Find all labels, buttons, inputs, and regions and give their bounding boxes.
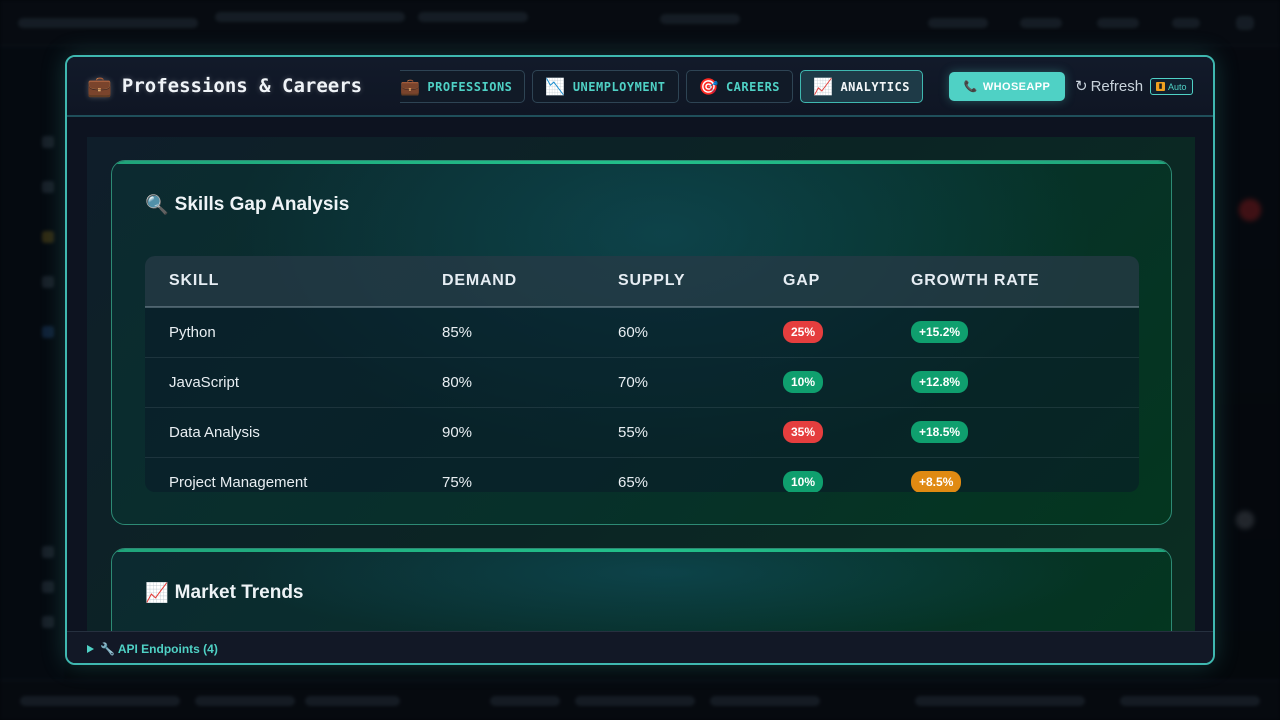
whoseapp-label: WHOSEAPP [982,80,1051,93]
growth-cell: +18.5% [887,407,1139,458]
expand-triangle-icon [87,644,94,653]
growth-badge: +8.5% [911,471,962,492]
tab-label: UNEMPLOYMENT [572,79,666,94]
gap-badge: 25% [783,321,824,344]
growth-cell: +12.8% [887,357,1139,408]
growth-cell: +15.2% [887,307,1139,358]
demand-cell: 90% [418,407,594,458]
gap-cell: 10% [759,457,887,492]
skills-gap-table-container[interactable]: SKILL DEMAND SUPPLY GAP GROWTH RATE Pyth… [145,256,1139,492]
modal-title: 💼 Professions & Careers [87,74,362,98]
tab-label: PROFESSIONS [427,79,513,94]
market-trends-card: 📈 Market Trends [111,548,1172,631]
gap-cell: 35% [759,407,887,458]
table-row: Data Analysis 90% 55% 35% +18.5% [145,407,1139,458]
column-header-demand: DEMAND [418,256,594,308]
briefcase-icon: 💼 [400,77,421,96]
chart-up-icon: 📈 [145,583,169,604]
column-header-supply: SUPPLY [594,256,759,308]
tab-label: ANALYTICS [840,79,910,94]
demand-cell: 75% [418,457,594,492]
api-endpoints-label: 🔧 API Endpoints (4) [100,641,218,656]
gap-badge: 35% [783,421,824,443]
target-icon: 🎯 [698,77,719,96]
table-row: Python 85% 60% 25% +15.2% [145,307,1139,358]
growth-badge: +18.5% [911,421,969,443]
supply-cell: 65% [594,457,759,492]
whoseapp-button[interactable]: 📞 WHOSEAPP [949,72,1065,101]
tab-bar: 💼 PROFESSIONS 📉 UNEMPLOYMENT 🎯 CAREERS 📈… [400,70,923,103]
column-header-skill: SKILL [145,256,418,308]
magnifier-icon: 🔍 [145,195,169,216]
tab-careers[interactable]: 🎯 CAREERS [685,70,794,103]
tab-professions[interactable]: 💼 PROFESSIONS [400,70,526,103]
market-trends-title: 📈 Market Trends [145,581,304,605]
demand-cell: 85% [418,307,594,358]
refresh-icon: ↻ [1075,78,1088,95]
supply-cell: 70% [594,357,759,408]
skills-gap-table: SKILL DEMAND SUPPLY GAP GROWTH RATE Pyth… [145,256,1139,492]
gap-badge: 10% [783,371,824,393]
column-header-growth-rate: GROWTH RATE [887,256,1139,308]
skills-gap-card: 🔍 Skills Gap Analysis SKILL DEMAND SUPPL… [111,160,1172,525]
skill-cell: Project Management [145,457,418,492]
tab-unemployment[interactable]: 📉 UNEMPLOYMENT [532,70,679,103]
table-header-row: SKILL DEMAND SUPPLY GAP GROWTH RATE [145,256,1139,308]
chart-up-icon: 📈 [813,77,834,96]
skill-cell: JavaScript [145,357,418,408]
tab-analytics[interactable]: 📈 ANALYTICS [800,70,923,103]
skill-cell: Data Analysis [145,407,418,458]
api-endpoints-toggle[interactable]: 🔧 API Endpoints (4) [67,631,1213,663]
table-row: JavaScript 80% 70% 10% +12.8% [145,357,1139,408]
supply-cell: 55% [594,407,759,458]
growth-cell: +8.5% [887,457,1139,492]
briefcase-icon: 💼 [87,74,112,98]
table-row: Project Management 75% 65% 10% +8.5% [145,457,1139,492]
auto-label: Auto [1168,81,1187,92]
phone-icon: 📞 [963,81,978,93]
skill-cell: Python [145,307,418,358]
market-trends-title-text: Market Trends [174,582,304,603]
refresh-button[interactable]: ↻ Refresh [1075,77,1144,96]
skills-gap-title-text: Skills Gap Analysis [174,194,350,215]
modal-title-text: Professions & Careers [121,75,363,97]
skills-gap-title: 🔍 Skills Gap Analysis [145,193,349,217]
column-header-gap: GAP [759,256,887,308]
growth-badge: +12.8% [911,371,969,393]
modal-header: 💼 Professions & Careers 💼 PROFESSIONS 📉 … [67,57,1213,117]
tab-label: CAREERS [725,79,781,94]
auto-icon: ▮ [1156,82,1165,91]
auto-toggle[interactable]: ▮ Auto [1150,78,1193,95]
gap-cell: 10% [759,357,887,408]
growth-badge: +15.2% [911,321,969,344]
chart-down-icon: 📉 [545,77,566,96]
gap-cell: 25% [759,307,887,358]
supply-cell: 60% [594,307,759,358]
refresh-label: Refresh [1090,77,1144,95]
professions-careers-modal: 💼 Professions & Careers 💼 PROFESSIONS 📉 … [65,55,1215,665]
demand-cell: 80% [418,357,594,408]
analytics-content[interactable]: 🔍 Skills Gap Analysis SKILL DEMAND SUPPL… [87,137,1195,631]
gap-badge: 10% [783,471,824,492]
